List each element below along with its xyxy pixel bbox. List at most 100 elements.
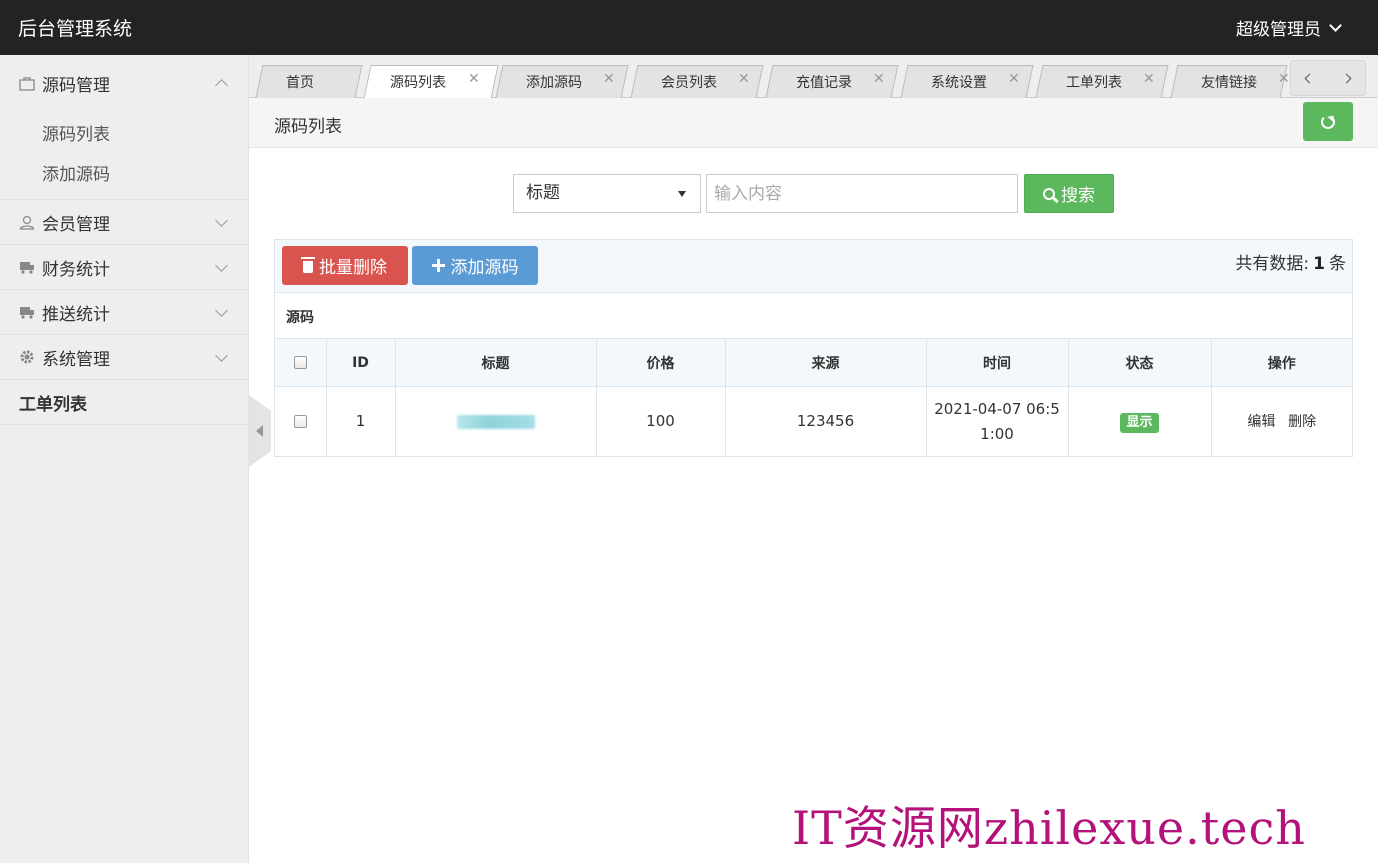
menu-head-member[interactable]: 会员管理 bbox=[0, 200, 248, 244]
refresh-button[interactable] bbox=[1303, 102, 1353, 141]
close-icon[interactable]: ✕ bbox=[738, 71, 750, 87]
cell-status: 显示 bbox=[1068, 386, 1212, 457]
search-input[interactable] bbox=[706, 174, 1018, 213]
tab-bar: 首页 源码列表 ✕ 添加源码 ✕ 会员列表 ✕ 充值记录 ✕ 系统设置 ✕ 工单… bbox=[249, 55, 1378, 99]
batch-delete-label: 批量删除 bbox=[319, 258, 387, 278]
plus-icon bbox=[431, 259, 445, 272]
status-badge: 显示 bbox=[1120, 413, 1159, 434]
user-menu[interactable]: 超级管理员 bbox=[1236, 15, 1342, 40]
add-source-label: 添加源码 bbox=[450, 258, 519, 278]
tab-scroll-right-button[interactable] bbox=[1328, 61, 1365, 95]
add-source-button[interactable]: 添加源码 bbox=[412, 246, 538, 285]
edit-link[interactable]: 编辑 bbox=[1247, 414, 1275, 430]
cell-source: 123456 bbox=[725, 386, 927, 457]
close-icon[interactable]: ✕ bbox=[1278, 71, 1290, 87]
cell-id: 1 bbox=[326, 386, 396, 457]
column-header: 价格 bbox=[596, 338, 726, 387]
app-title: 后台管理系统 bbox=[18, 18, 133, 40]
caret-left-icon bbox=[256, 425, 263, 437]
table-header-row: ID 标题 价格 来源 时间 状态 操作 bbox=[275, 338, 1352, 387]
watermark: IT资源网zhilexue.tech bbox=[792, 801, 1306, 855]
data-table: ID 标题 价格 来源 时间 状态 操作 1 100 123456 2021-0… bbox=[275, 338, 1352, 457]
table-caption: 源码 bbox=[286, 310, 314, 326]
cell-title bbox=[395, 386, 597, 457]
tab-label: 工单列表 bbox=[1066, 75, 1122, 91]
search-field-select[interactable]: 标题 bbox=[513, 174, 701, 213]
sidebar-collapse-toggle[interactable] bbox=[249, 395, 271, 467]
menu-head-push[interactable]: 推送统计 bbox=[0, 290, 248, 334]
menu-group-tickets: 工单列表 bbox=[0, 380, 248, 425]
tab-label: 添加源码 bbox=[526, 75, 582, 91]
column-header: 状态 bbox=[1068, 338, 1212, 387]
row-checkbox[interactable] bbox=[293, 415, 307, 429]
batch-delete-button[interactable]: 批量删除 bbox=[282, 246, 408, 285]
menu-head-system[interactable]: 系统管理 bbox=[0, 335, 248, 379]
chevron-down-icon bbox=[1329, 18, 1342, 32]
chevron-down-icon bbox=[215, 304, 228, 317]
chevron-down-icon bbox=[215, 259, 228, 272]
menu-label: 工单列表 bbox=[19, 394, 87, 415]
sidebar-item-source-list[interactable]: 源码列表 bbox=[0, 115, 248, 155]
chevron-down-icon bbox=[215, 349, 228, 362]
gear-icon bbox=[18, 349, 36, 365]
column-header: 来源 bbox=[725, 338, 927, 387]
column-header: 标题 bbox=[395, 338, 597, 387]
close-icon[interactable]: ✕ bbox=[1143, 71, 1155, 87]
menu-group-system: 系统管理 bbox=[0, 335, 248, 380]
total-count: 共有数据: 1 条 bbox=[1235, 249, 1346, 274]
menu-group-push: 推送统计 bbox=[0, 290, 248, 335]
page-title: 源码列表 bbox=[274, 117, 342, 137]
close-icon[interactable]: ✕ bbox=[1008, 71, 1020, 87]
menu-head-tickets[interactable]: 工单列表 bbox=[0, 380, 248, 424]
close-icon[interactable]: ✕ bbox=[468, 71, 480, 87]
user-name: 超级管理员 bbox=[1236, 20, 1321, 40]
user-icon bbox=[18, 214, 36, 230]
search-icon bbox=[1043, 187, 1055, 200]
bag-icon bbox=[18, 75, 36, 91]
search-button[interactable]: 搜索 bbox=[1024, 174, 1114, 213]
truck-icon bbox=[18, 259, 36, 275]
row-select-cell bbox=[275, 386, 327, 457]
column-header: ID bbox=[326, 338, 396, 387]
truck-icon bbox=[18, 304, 36, 320]
delete-link[interactable]: 删除 bbox=[1288, 414, 1316, 430]
menu-label: 源码管理 bbox=[42, 75, 110, 96]
tab-label: 友情链接 bbox=[1201, 75, 1257, 91]
total-number: 1 bbox=[1313, 254, 1325, 274]
select-all-cell bbox=[275, 338, 327, 387]
column-header: 操作 bbox=[1211, 338, 1352, 387]
menu-group-source: 源码管理 源码列表 添加源码 bbox=[0, 55, 248, 200]
tab-label: 充值记录 bbox=[796, 75, 852, 91]
chevron-right-icon bbox=[1341, 73, 1352, 83]
menu-group-member: 会员管理 bbox=[0, 200, 248, 245]
tab-label: 会员列表 bbox=[661, 75, 717, 91]
menu-head-source[interactable]: 源码管理 bbox=[0, 55, 248, 111]
chevron-left-icon bbox=[1304, 73, 1315, 83]
tab-scroll-controls bbox=[1290, 60, 1366, 96]
close-icon[interactable]: ✕ bbox=[873, 71, 885, 87]
search-field-value: 标题 bbox=[526, 183, 560, 203]
caret-down-icon bbox=[678, 191, 686, 197]
search-button-label: 搜索 bbox=[1061, 186, 1095, 206]
trash-icon bbox=[301, 257, 315, 273]
total-prefix: 共有数据: bbox=[1235, 254, 1310, 274]
sidebar-item-add-source[interactable]: 添加源码 bbox=[0, 155, 248, 195]
tab-scroll-left-button[interactable] bbox=[1291, 61, 1328, 95]
submenu-source: 源码列表 添加源码 bbox=[0, 111, 248, 199]
cell-price: 100 bbox=[596, 386, 726, 457]
menu-head-finance[interactable]: 财务统计 bbox=[0, 245, 248, 289]
select-all-checkbox[interactable] bbox=[293, 356, 307, 369]
menu-label: 推送统计 bbox=[42, 304, 110, 325]
close-icon[interactable]: ✕ bbox=[603, 71, 615, 87]
column-header: 时间 bbox=[926, 338, 1069, 387]
sidebar: 源码管理 源码列表 添加源码 会员管理 财务统计 推送统计 系统管理 工单列表 bbox=[0, 55, 249, 863]
menu-group-finance: 财务统计 bbox=[0, 245, 248, 290]
time-line-1: 2021-04-07 06:5 bbox=[934, 399, 1060, 418]
table-toolbar: 批量删除 添加源码 共有数据: 1 条 bbox=[275, 240, 1352, 293]
menu-label: 财务统计 bbox=[42, 259, 110, 280]
chevron-up-icon bbox=[215, 79, 228, 92]
menu-label: 会员管理 bbox=[42, 214, 110, 235]
tab-label: 首页 bbox=[286, 75, 314, 91]
cell-actions: 编辑 删除 bbox=[1211, 387, 1352, 457]
top-header: 后台管理系统 超级管理员 bbox=[0, 0, 1378, 55]
